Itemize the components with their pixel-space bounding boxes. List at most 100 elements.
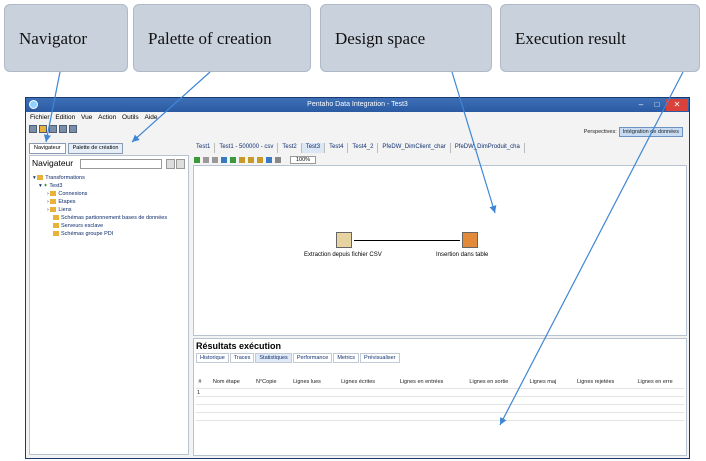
tree-item[interactable]: › Etapes	[33, 198, 167, 206]
main-toolbar	[29, 125, 77, 136]
callout-label: Palette of creation	[148, 29, 272, 48]
column-header[interactable]: Lignes rejetées	[565, 376, 626, 389]
window-title: Pentaho Data Integration - Test3	[307, 101, 408, 108]
column-header[interactable]: Lignes en erre	[626, 376, 684, 389]
column-header[interactable]: Lignes lues	[284, 376, 330, 389]
tab-test3[interactable]: Test3	[301, 143, 326, 153]
callout-execution-result: Execution result	[500, 4, 700, 72]
run-icon[interactable]	[194, 156, 200, 163]
tab-test4-2[interactable]: Test4_2	[348, 143, 379, 153]
table-row	[196, 412, 684, 421]
collapse-all-icon[interactable]	[166, 159, 175, 169]
callout-label: Execution result	[515, 29, 626, 48]
explore-repository-icon[interactable]	[49, 125, 57, 133]
save-as-icon[interactable]	[69, 125, 77, 133]
explore-db-icon[interactable]	[275, 156, 281, 163]
tab-performance[interactable]: Performance	[292, 353, 333, 363]
tab-dimproduit[interactable]: PfeDW_DimProduit_cha	[451, 143, 525, 153]
navigator-tree: ▾ Transformations ▾ ✦ Test3 › Connexions…	[33, 174, 167, 238]
perspectives: Perspectives: Intégration de données	[584, 127, 683, 137]
design-canvas[interactable]: Extraction depuis fichier CSV Insertion …	[193, 165, 687, 336]
tree-item[interactable]: › Liens	[33, 206, 167, 214]
left-tabs: Navigateur Palette de création	[29, 143, 125, 154]
document-tabs: Test1 Test1 - 500000 - csv Test2 Test3 T…	[192, 143, 687, 153]
title-bar: Pentaho Data Integration - Test3 – □ ✕	[26, 98, 689, 112]
tab-test1-csv[interactable]: Test1 - 500000 - csv	[215, 143, 279, 153]
callout-palette: Palette of creation	[133, 4, 311, 72]
pause-icon[interactable]	[203, 156, 209, 163]
tab-metrics[interactable]: Metrics	[333, 353, 360, 363]
column-header[interactable]: #	[196, 376, 204, 389]
impact-icon[interactable]	[257, 156, 263, 163]
menu-aide[interactable]: Aide	[144, 114, 157, 121]
tree-item[interactable]: Schémas partionnement bases de données	[33, 214, 167, 222]
perspective-data-integration-button[interactable]: Intégration de données	[618, 127, 683, 137]
tab-test1[interactable]: Test1	[192, 143, 216, 153]
execution-results-panel: Résultats exécution Historique Traces St…	[193, 338, 687, 456]
debug-icon[interactable]	[230, 156, 236, 163]
menu-outils[interactable]: Outils	[122, 114, 139, 121]
save-icon[interactable]	[59, 125, 67, 133]
column-header[interactable]: Lignes en sortie	[457, 376, 520, 389]
tab-historique[interactable]: Historique	[196, 353, 229, 363]
column-header[interactable]: N°Copie	[249, 376, 284, 389]
callout-design-space: Design space	[320, 4, 492, 72]
table-header-row: # Nom étape N°Copie Lignes lues Lignes é…	[196, 376, 684, 389]
perspectives-label: Perspectives:	[583, 129, 617, 135]
pdi-window: Pentaho Data Integration - Test3 – □ ✕ F…	[25, 97, 690, 459]
navigator-panel: Navigateur ▾ Transformations ▾ ✦ Test3 ›…	[29, 155, 189, 455]
expand-all-icon[interactable]	[176, 159, 185, 169]
navigator-search-input[interactable]	[80, 159, 162, 169]
step-label: Insertion dans table	[436, 252, 489, 258]
tree-item[interactable]: Serveurs esclave	[33, 222, 167, 230]
table-row	[196, 396, 684, 405]
results-table: # Nom étape N°Copie Lignes lues Lignes é…	[196, 376, 684, 444]
row-number: 1	[196, 388, 204, 397]
csv-input-step-icon[interactable]	[336, 232, 352, 248]
new-file-icon[interactable]	[29, 125, 37, 133]
sql-icon[interactable]	[266, 156, 272, 163]
step-label: Extraction depuis fichier CSV	[304, 252, 382, 258]
column-header[interactable]: Lignes maj	[521, 376, 565, 389]
tab-traces[interactable]: Traces	[229, 353, 255, 363]
tab-test2[interactable]: Test2	[278, 143, 302, 153]
maximize-icon[interactable]: □	[649, 99, 665, 111]
verify-icon[interactable]	[248, 156, 254, 163]
tab-navigateur[interactable]: Navigateur	[29, 143, 66, 154]
menu-bar: Fichier Edition Vue Action Outils Aide	[26, 114, 689, 124]
menu-vue[interactable]: Vue	[81, 114, 92, 121]
results-title: Résultats exécution	[196, 341, 282, 351]
table-row	[196, 420, 684, 428]
menu-fichier[interactable]: Fichier	[30, 114, 50, 121]
callout-label: Navigator	[19, 29, 87, 48]
navigator-title: Navigateur	[32, 158, 74, 168]
table-row[interactable]: 1	[196, 388, 684, 397]
callout-navigator: Navigator	[4, 4, 128, 72]
design-toolbar: 100%	[194, 155, 317, 164]
table-output-step-icon[interactable]	[462, 232, 478, 248]
preview-icon[interactable]	[221, 156, 227, 163]
tree-item[interactable]: › Connexions	[33, 190, 167, 198]
table-row	[196, 404, 684, 413]
tab-statistiques[interactable]: Statistiques	[255, 353, 292, 363]
tab-dimclient[interactable]: PfeDW_DimClient_char	[378, 143, 451, 153]
tree-item[interactable]: Schémas groupe PDI	[33, 230, 167, 238]
open-folder-icon[interactable]	[39, 125, 47, 133]
hop-arrow[interactable]	[354, 240, 460, 241]
tree-item[interactable]: ▾ ✦ Test3	[33, 182, 167, 190]
menu-edition[interactable]: Edition	[55, 114, 75, 121]
tree-item[interactable]: ▾ Transformations	[33, 174, 167, 182]
zoom-select[interactable]: 100%	[290, 155, 317, 164]
minimize-icon[interactable]: –	[633, 99, 649, 111]
replay-icon[interactable]	[239, 156, 245, 163]
tab-test4[interactable]: Test4	[325, 143, 349, 153]
column-header[interactable]: Lignes en entrées	[386, 376, 457, 389]
close-icon[interactable]: ✕	[666, 99, 688, 111]
tab-palette-creation[interactable]: Palette de création	[67, 143, 124, 154]
column-header[interactable]: Lignes écrites	[330, 376, 386, 389]
menu-action[interactable]: Action	[98, 114, 116, 121]
column-header[interactable]: Nom étape	[204, 376, 249, 389]
tab-previsualiser[interactable]: Prévisualiser	[360, 353, 400, 363]
stop-icon[interactable]	[212, 156, 218, 163]
callout-label: Design space	[335, 29, 426, 48]
